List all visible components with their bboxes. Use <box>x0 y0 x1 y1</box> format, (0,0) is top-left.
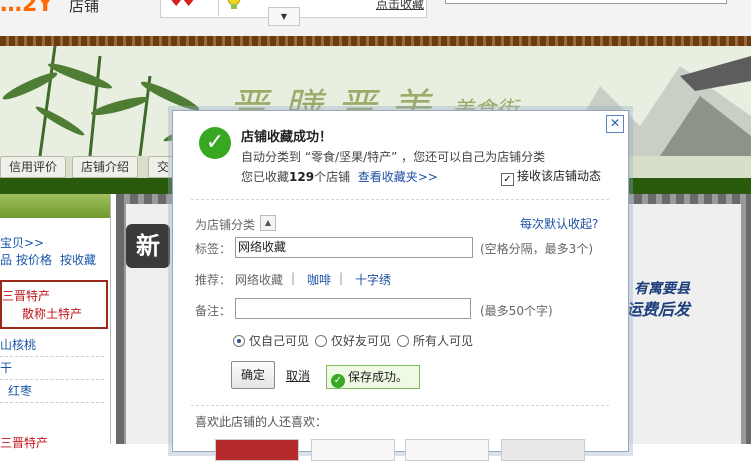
radio-everyone-label: 所有人可见 <box>413 334 474 348</box>
note-label: 备注： <box>195 304 232 318</box>
recommend-separator: | <box>291 271 296 285</box>
divider <box>218 0 219 16</box>
tag-label: 标签： <box>195 242 232 256</box>
divider <box>0 379 104 380</box>
divider <box>0 402 104 403</box>
tab-credit-review[interactable]: 信用评价 <box>0 156 67 178</box>
note-hint: (最多50个字) <box>480 304 553 318</box>
sidebar-header <box>0 194 110 218</box>
banner-border <box>0 36 751 46</box>
receive-updates-label: 接收该店铺动态 <box>517 169 602 183</box>
tag-input[interactable]: 网络收藏 <box>235 237 473 258</box>
recommend-label: 推荐： <box>195 273 232 287</box>
also-like-heading: 喜欢此店铺的人还喜欢： <box>195 415 328 429</box>
category-walnut[interactable]: 山核桃 <box>0 336 36 353</box>
recommend-tag-1[interactable]: 网络收藏 <box>235 271 283 288</box>
category-bottom[interactable]: 三晋特产 <box>0 434 48 451</box>
visibility-everyone[interactable]: 所有人可见 <box>397 332 473 349</box>
sort-by-product[interactable]: 品 <box>0 251 12 268</box>
auto-category-text: 自动分类到 “零食/坚果/特产” ，您还可以自己为店铺分类 <box>241 150 546 164</box>
category-red-dates[interactable]: 红枣 <box>8 382 32 399</box>
radio-private[interactable] <box>233 335 245 347</box>
count-value: 129 <box>289 170 315 184</box>
favorite-shop-link[interactable]: 点击收藏 <box>376 0 424 12</box>
recommended-shop-thumb[interactable] <box>311 439 395 461</box>
shop-sidebar: 宝贝>> 品 按价格 按收藏 三晋特产 散称土特产 山核桃 干 红枣 三晋特产 <box>0 194 111 450</box>
radio-friends[interactable] <box>315 335 327 347</box>
radio-friends-label: 仅好友可见 <box>331 334 392 348</box>
visibility-private[interactable]: 仅自己可见 <box>233 332 309 349</box>
view-favorites-link[interactable]: 查看收藏夹>> <box>358 170 438 184</box>
visibility-friends[interactable]: 仅好友可见 <box>315 332 391 349</box>
receive-updates-checkbox[interactable]: ✓ <box>501 173 514 186</box>
recommend-tag-2[interactable]: 咖啡 <box>307 271 331 288</box>
divider <box>0 356 104 357</box>
sort-by-favorites[interactable]: 按收藏 <box>60 251 96 268</box>
favorite-count-text: 您已收藏129个店铺 查看收藏夹>> <box>241 168 438 185</box>
recommend-tag-3[interactable]: 十字绣 <box>355 271 391 288</box>
close-icon[interactable]: ✕ <box>606 115 624 133</box>
saved-message: 保存成功。 <box>348 370 409 384</box>
note-input[interactable] <box>235 298 471 319</box>
recommended-shop-thumb[interactable] <box>215 439 299 461</box>
count-suffix: 个店铺 <box>314 170 351 184</box>
new-badge: 新 <box>126 224 170 268</box>
site-top-bar: …2Y 店铺 ♥♥ ▼ 点击收藏 <box>0 0 751 37</box>
tab-shop-intro[interactable]: 店铺介绍 <box>72 156 139 178</box>
default-collapse-link[interactable]: 每次默认收起? <box>520 215 598 232</box>
shop-menu-dropdown[interactable]: ▼ <box>268 7 300 26</box>
all-items-link[interactable]: 宝贝>> <box>0 234 44 251</box>
lightbulb-icon <box>226 0 242 12</box>
count-prefix: 您已收藏 <box>241 170 290 184</box>
radio-everyone[interactable] <box>397 335 409 347</box>
dialog-title: 店铺收藏成功！ <box>241 130 333 145</box>
divider <box>191 405 609 406</box>
specialty-banner[interactable]: 三晋特产 散称土特产 <box>0 280 108 329</box>
sort-by-price[interactable]: 按价格 <box>16 251 52 268</box>
receive-updates-option[interactable]: ✓ 接收该店铺动态 <box>501 167 601 186</box>
classify-label: 为店铺分类 <box>195 218 256 232</box>
collapse-arrow-icon[interactable]: ▲ <box>260 215 276 231</box>
success-check-icon: ✓ <box>199 127 231 159</box>
cancel-link[interactable]: 取消 <box>286 367 310 384</box>
radio-private-label: 仅自己可见 <box>249 334 310 348</box>
specialty-line-2: 散称土特产 <box>22 307 83 321</box>
heart-rating-icon: ♥♥ <box>170 0 196 10</box>
recommended-shop-thumb[interactable] <box>501 439 585 461</box>
site-logo[interactable]: …2Y <box>0 0 53 17</box>
confirm-button[interactable]: 确定 <box>231 361 275 389</box>
success-check-icon: ✓ <box>331 374 345 388</box>
search-input[interactable] <box>445 0 727 4</box>
slogan-line-2: 运费后发 <box>626 300 691 319</box>
saved-status: ✓ 保存成功。 <box>326 365 420 389</box>
specialty-line-1: 三晋特产 <box>2 289 51 303</box>
favorite-success-dialog: ✕ ✓ 店铺收藏成功！ 自动分类到 “零食/坚果/特产” ，您还可以自己为店铺分… <box>172 110 629 461</box>
divider <box>191 199 609 200</box>
recommended-shop-thumb[interactable] <box>405 439 489 461</box>
slogan-line-1: 有寓要县 <box>634 281 690 297</box>
shop-label: 店铺 <box>69 0 100 15</box>
tag-hint: (空格分隔，最多3个) <box>480 242 593 256</box>
recommend-separator: | <box>339 271 344 285</box>
category-dried[interactable]: 干 <box>0 359 12 376</box>
